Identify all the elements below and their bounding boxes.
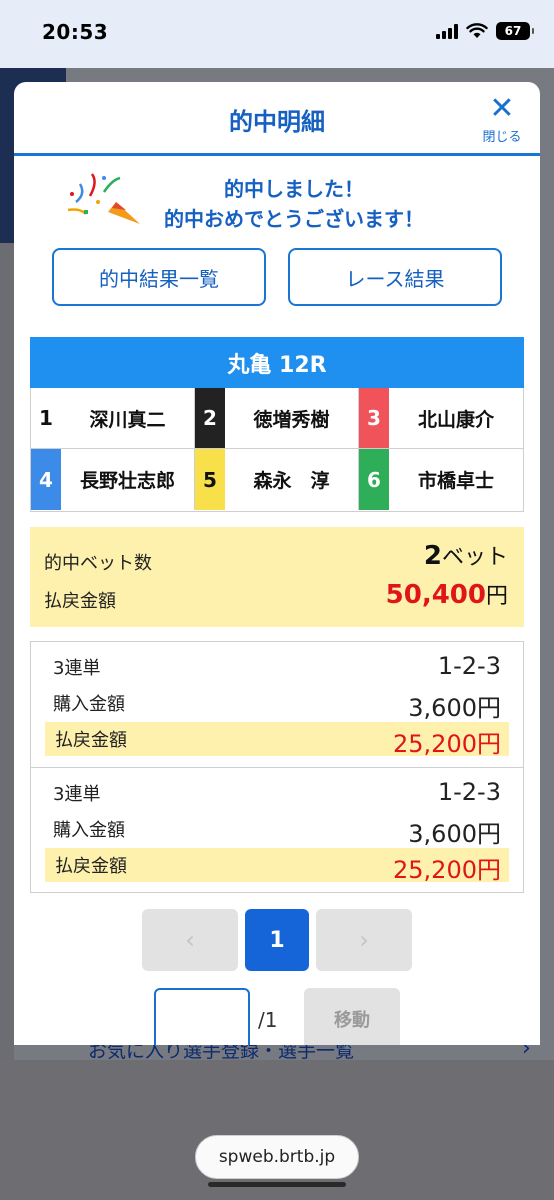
background-panel [0, 243, 14, 1060]
racer-cell: 5 森永 淳 [194, 449, 359, 510]
congrats-line: 的中おめでとうございます！ [164, 207, 424, 231]
payout-label: 払戻金額 [55, 856, 127, 877]
bet-item: 3連単 1-2-3 購入金額 3,600円 払戻金額 25,200円 [31, 642, 523, 767]
bet-type: 3連単 [53, 784, 101, 805]
modal-header: 的中明細 ✕ 閉じる [14, 82, 540, 156]
battery-icon: 67 [496, 22, 534, 40]
racer-name: 深川真二 [89, 408, 166, 431]
close-icon: ✕ [489, 91, 515, 126]
purchase-label: 購入金額 [53, 694, 125, 715]
bet-combination: 1-2-3 [437, 778, 501, 806]
race-title: 丸亀 12R [30, 337, 524, 388]
racer-name: 市橋卓士 [417, 470, 494, 492]
cellular-signal-icon [436, 23, 458, 39]
racer-table: 1 深川真二 2 徳増秀樹 3 北山康介 4 長野壮志郎 5 森永 淳 6 市橋… [30, 388, 524, 512]
purchase-amount: 3,600円 [408, 694, 501, 722]
race-results-button[interactable]: レース結果 [288, 248, 502, 306]
payout-amount: 25,200円 [393, 856, 501, 884]
racer-cell: 1 深川真二 [31, 388, 195, 448]
page-total: /1 [258, 1008, 278, 1032]
bet-combination: 1-2-3 [437, 652, 501, 680]
congrats-message: 的中しました！ 的中おめでとうございます！ [144, 174, 444, 234]
bet-unit: ベット [441, 545, 508, 570]
home-indicator [208, 1182, 346, 1187]
party-popper-icon [67, 173, 140, 224]
wifi-icon [466, 23, 488, 38]
lane-number: 4 [31, 449, 61, 510]
racer-row: 4 長野壮志郎 5 森永 淳 6 市橋卓士 [31, 449, 523, 510]
lane-number: 2 [194, 388, 225, 448]
racer-name: 徳増秀樹 [253, 408, 330, 431]
payout-label: 払戻金額 [55, 730, 127, 751]
current-page-button[interactable]: 1 [245, 909, 309, 971]
racer-name: 北山康介 [417, 408, 494, 431]
status-bar: 20:53 67 [0, 0, 554, 68]
purchase-label: 購入金額 [53, 820, 125, 841]
lane-number: 3 [358, 388, 389, 448]
hit-summary: 的中ベット数 2ベット 払戻金額 50,400円 [30, 527, 524, 627]
hit-results-list-button[interactable]: 的中結果一覧 [52, 248, 266, 306]
yen-unit: 円 [485, 584, 508, 609]
bet-count-value: 2 [423, 541, 442, 571]
hit-detail-modal: 的中明細 ✕ 閉じる 的中しました！ 的中おめでとうございます！ 的中結果一覧 … [14, 82, 540, 1045]
move-button[interactable]: 移動 [304, 988, 400, 1045]
racer-row: 1 深川真二 2 徳増秀樹 3 北山康介 [31, 388, 523, 449]
url-bar[interactable]: spweb.brtb.jp [195, 1135, 359, 1179]
bet-list: 3連単 1-2-3 購入金額 3,600円 払戻金額 25,200円 3連単 1… [30, 641, 524, 893]
racer-cell: 6 市橋卓士 [358, 449, 523, 510]
total-payout: 50,400円 [386, 578, 508, 610]
lane-number: 5 [194, 449, 225, 510]
congrats-line: 的中しました！ [224, 177, 364, 201]
purchase-amount: 3,600円 [408, 820, 501, 848]
status-icons: 67 [436, 22, 534, 40]
close-label: 閉じる [482, 130, 522, 145]
total-payout-value: 50,400 [385, 580, 486, 610]
payout-amount: 25,200円 [393, 730, 501, 758]
status-time: 20:53 [42, 20, 109, 44]
lane-number: 6 [358, 449, 389, 510]
bet-type: 3連単 [53, 658, 101, 679]
bet-count: 2ベット [424, 539, 508, 571]
modal-title: 的中明細 [229, 108, 325, 136]
racer-name: 森永 淳 [253, 470, 330, 492]
close-button[interactable]: ✕ 閉じる [478, 91, 526, 146]
payout-label: 払戻金額 [44, 591, 116, 612]
browser-bottom-bar [0, 1060, 554, 1200]
racer-name: 長野壮志郎 [79, 470, 175, 492]
bet-count-label: 的中ベット数 [44, 553, 152, 574]
racer-cell: 2 徳増秀樹 [194, 388, 359, 448]
prev-page-button[interactable]: ‹ [142, 909, 238, 971]
bet-item: 3連単 1-2-3 購入金額 3,600円 払戻金額 25,200円 [31, 767, 523, 892]
lane-number: 1 [31, 388, 61, 448]
page-number-input[interactable] [154, 988, 250, 1045]
next-page-button[interactable]: › [316, 909, 412, 971]
racer-cell: 4 長野壮志郎 [31, 449, 195, 510]
racer-cell: 3 北山康介 [358, 388, 523, 448]
